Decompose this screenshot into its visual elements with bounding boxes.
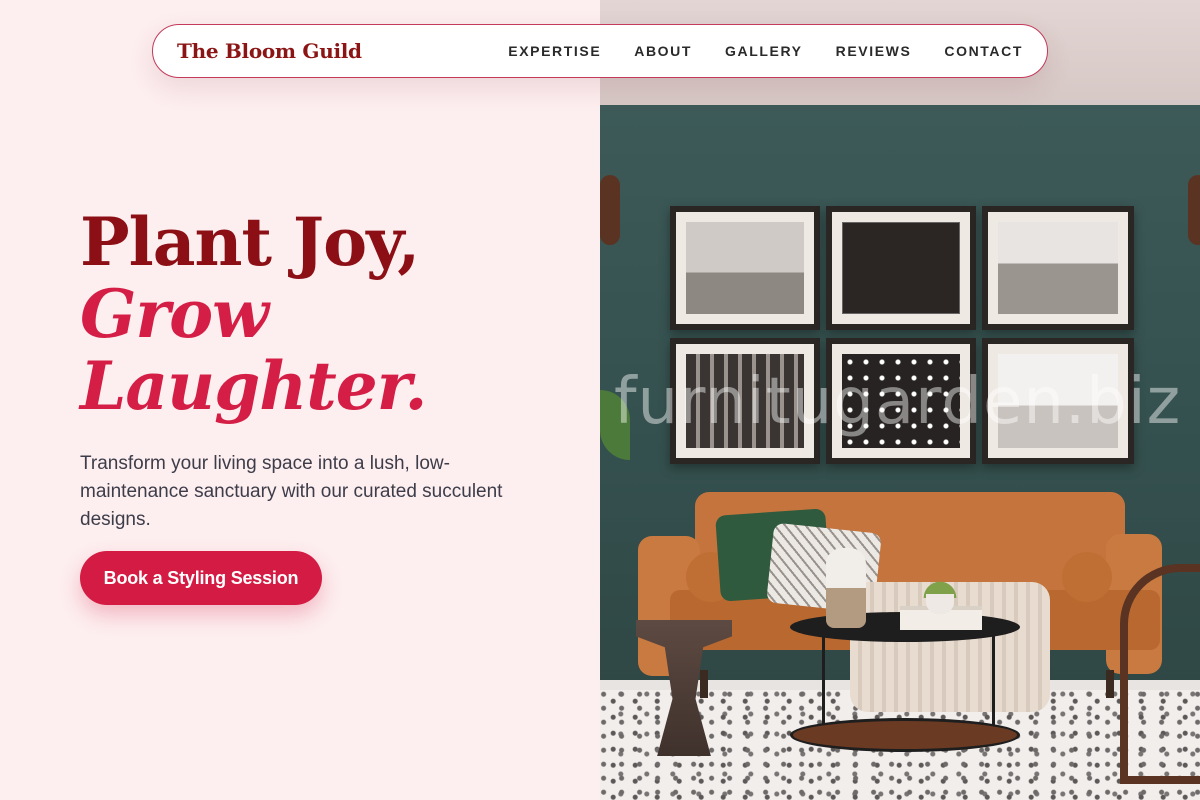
antler-decor-right (1188, 175, 1200, 245)
table-leg (992, 630, 995, 735)
bolster-pillow-right (1062, 552, 1112, 602)
watermark-text: furnitugarden.biz (614, 365, 1182, 439)
plant-pot (926, 594, 954, 614)
armchair (1120, 564, 1200, 784)
hero-title: Plant Joy, Grow Laughter. (80, 203, 427, 425)
nav-link-expertise[interactable]: EXPERTISE (508, 43, 601, 59)
living-room-photo: furnitugarden.biz (600, 0, 1200, 800)
frame-abstract-lines (826, 206, 976, 330)
book-styling-session-button[interactable]: Book a Styling Session (80, 551, 322, 605)
hero-title-line3: Laughter. (80, 347, 427, 425)
frame-bison (982, 206, 1134, 330)
frame-joshua-tree (670, 206, 820, 330)
nav-links: EXPERTISE ABOUT GALLERY REVIEWS CONTACT (508, 43, 1023, 59)
nav-link-gallery[interactable]: GALLERY (725, 43, 803, 59)
table-leg (822, 630, 825, 735)
antler-decor-left (600, 175, 620, 245)
nav-link-about[interactable]: ABOUT (634, 43, 692, 59)
hero-title-line1: Plant Joy, (80, 203, 420, 281)
nav-link-contact[interactable]: CONTACT (944, 43, 1023, 59)
hero-title-line2: Grow (80, 275, 269, 353)
succulent-plant (922, 562, 958, 598)
nav-link-reviews[interactable]: REVIEWS (836, 43, 912, 59)
vase (826, 548, 866, 628)
brand-logo[interactable]: The Bloom Guild (177, 39, 362, 63)
sofa-leg (1106, 670, 1114, 698)
hero-subtitle: Transform your living space into a lush,… (80, 453, 503, 530)
sofa-leg (700, 670, 708, 698)
coffee-table-shelf (790, 718, 1020, 752)
navbar: The Bloom Guild EXPERTISE ABOUT GALLERY … (152, 24, 1048, 78)
